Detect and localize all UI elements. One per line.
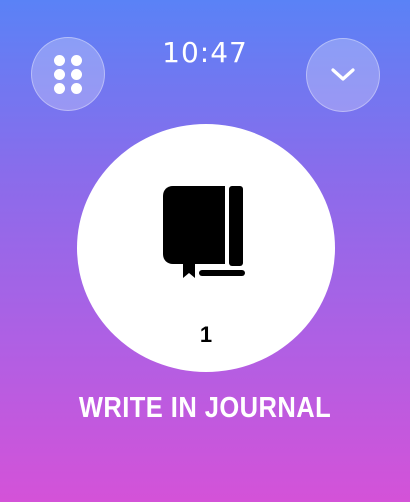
chevron-down-icon [331,68,355,81]
menu-button[interactable] [31,37,105,111]
write-in-journal-label[interactable]: WRITE IN JOURNAL [25,392,386,425]
journal-entry-count: 1 [199,322,213,347]
book-icon [163,186,245,278]
grid-dots-icon [54,54,82,94]
collapse-button[interactable] [306,38,380,112]
write-journal-button[interactable]: 1 [77,124,335,372]
journal-screen: 10:47 1 WRITE IN JOURNAL [0,0,410,502]
